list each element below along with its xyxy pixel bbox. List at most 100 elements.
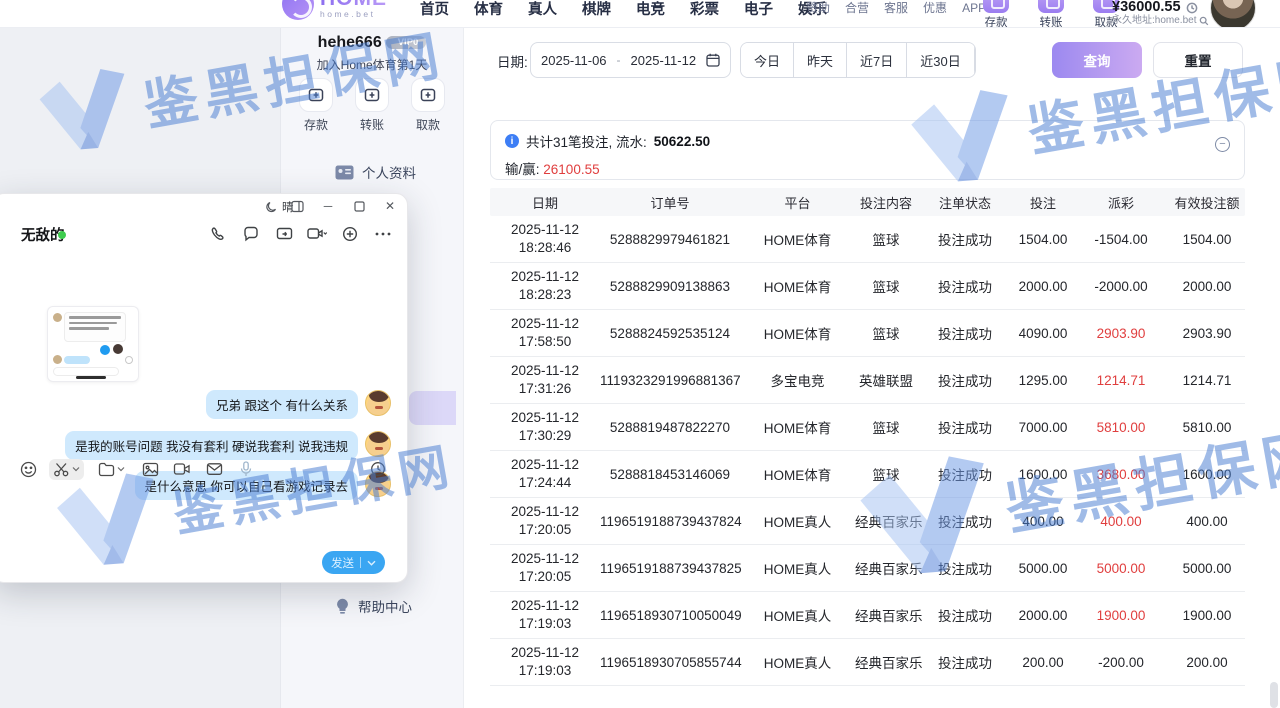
secondary-menu-item[interactable]: 优惠 bbox=[923, 0, 947, 16]
chat-messages-area: ◦◦◦ 兄弟 跟这个 有什么关系 bbox=[0, 250, 407, 456]
main-content: 日期: 2025-11-06 - 2025-11-12 今日昨天近7日近30日 … bbox=[464, 28, 1280, 708]
chat-window: 晴 ─ ✕ 无敌的 ◦◦◦ bbox=[0, 193, 408, 583]
sidebar-quick-action[interactable]: 存款 bbox=[294, 78, 338, 133]
sidebar-selected-item[interactable] bbox=[409, 391, 456, 425]
main-menu-item[interactable]: 真人 bbox=[528, 0, 557, 20]
cell-status: 投注成功 bbox=[917, 323, 1013, 343]
date-range-input[interactable]: 2025-11-06 - 2025-11-12 bbox=[530, 42, 731, 78]
screenshot-scissors-icon[interactable] bbox=[49, 459, 84, 480]
main-menu-item[interactable]: 体育 bbox=[474, 0, 503, 20]
table-row: 2025-11-1218:28:23 5288829909138863 HOME… bbox=[490, 263, 1245, 310]
cell-payout: 3680.00 bbox=[1073, 467, 1169, 482]
site-logo[interactable]: HOME home.bet bbox=[282, 0, 387, 20]
cell-bet-amount: 400.00 bbox=[1013, 514, 1073, 529]
quick-range-group: 今日昨天近7日近30日 bbox=[740, 42, 976, 78]
cell-order-number: 5288818453146069 bbox=[600, 467, 740, 482]
vip-badge: VIP0 bbox=[386, 36, 427, 49]
cell-platform: HOME真人 bbox=[740, 605, 855, 625]
folder-icon[interactable] bbox=[94, 460, 129, 479]
table-header: 日期订单号平台投注内容注单状态投注派彩有效投注额 bbox=[490, 188, 1245, 216]
chat-message: 兄弟 跟这个 有什么关系 bbox=[206, 390, 391, 419]
quick-action-icon bbox=[411, 78, 445, 112]
screen-share-icon[interactable] bbox=[274, 224, 294, 244]
main-menu-item[interactable]: 首页 bbox=[420, 0, 449, 20]
quick-range-button[interactable]: 昨天 bbox=[794, 43, 847, 77]
cell-platform: 多宝电竞 bbox=[740, 370, 855, 390]
sidebar-quick-action[interactable]: 转账 bbox=[350, 78, 394, 133]
table-row: 2025-11-1217:24:44 5288818453146069 HOME… bbox=[490, 451, 1245, 498]
main-menu-item[interactable]: 电子 bbox=[744, 0, 773, 20]
cell-payout: 1900.00 bbox=[1073, 608, 1169, 623]
user-avatar[interactable] bbox=[1210, 0, 1256, 28]
image-icon[interactable] bbox=[139, 458, 161, 480]
cell-status: 投注成功 bbox=[917, 417, 1013, 437]
sender-avatar[interactable] bbox=[365, 390, 391, 416]
query-button[interactable]: 查询 bbox=[1052, 42, 1142, 78]
sender-avatar[interactable] bbox=[365, 431, 391, 457]
cell-status: 投注成功 bbox=[917, 229, 1013, 249]
online-status-dot bbox=[58, 231, 66, 239]
cell-bet-content: 英雄联盟 bbox=[855, 370, 917, 390]
embedded-screenshot-thumbnail[interactable] bbox=[47, 306, 139, 382]
more-options-icon[interactable] bbox=[373, 224, 393, 244]
cell-order-number: 1196519188739437825 bbox=[600, 561, 740, 576]
sidebar-item-profile[interactable]: 个人资料 bbox=[335, 162, 416, 182]
cell-bet-content: 经典百家乐 bbox=[855, 652, 917, 672]
cell-bet-content: 篮球 bbox=[855, 276, 917, 296]
quick-range-button[interactable]: 近30日 bbox=[907, 43, 974, 77]
cell-payout: 5810.00 bbox=[1073, 420, 1169, 435]
thumbnail-blue-avatar bbox=[100, 345, 110, 355]
quick-range-button[interactable]: 今日 bbox=[741, 43, 794, 77]
main-menu-item[interactable]: 电竞 bbox=[636, 0, 665, 20]
cell-valid-amount: 400.00 bbox=[1169, 514, 1245, 529]
date-from-value: 2025-11-06 bbox=[541, 53, 607, 68]
video-message-icon[interactable] bbox=[171, 458, 193, 480]
main-menu-item[interactable]: 棋牌 bbox=[582, 0, 611, 20]
collapse-icon[interactable]: − bbox=[1215, 137, 1230, 152]
main-menu-item[interactable]: 彩票 bbox=[690, 0, 719, 20]
voice-call-icon[interactable] bbox=[208, 224, 228, 244]
top-navbar: HOME home.bet 首页体育真人棋牌电竞彩票电子娱乐 赞助合营客服优惠A… bbox=[0, 0, 1280, 28]
secondary-menu-item[interactable]: 客服 bbox=[884, 0, 908, 16]
layout-panel-icon[interactable] bbox=[288, 197, 306, 215]
table-row: 2025-11-1217:30:29 5288819487822270 HOME… bbox=[490, 404, 1245, 451]
thumbnail-input-bar bbox=[53, 367, 119, 376]
refresh-balance-icon[interactable] bbox=[1186, 2, 1198, 14]
reset-button[interactable]: 重置 bbox=[1153, 42, 1243, 78]
video-call-icon[interactable] bbox=[307, 224, 327, 244]
logo-subtitle: home.bet bbox=[320, 9, 387, 19]
sidebar-quick-action[interactable]: 取款 bbox=[406, 78, 450, 133]
scrollbar-fragment[interactable] bbox=[1270, 682, 1278, 708]
chat-bubble-icon[interactable] bbox=[241, 224, 261, 244]
table-body: 2025-11-1218:28:46 5288829979461821 HOME… bbox=[490, 216, 1245, 686]
cell-date: 2025-11-1217:19:03 bbox=[490, 597, 600, 633]
microphone-icon[interactable] bbox=[235, 458, 257, 480]
quick-range-button[interactable]: 近7日 bbox=[847, 43, 907, 77]
date-separator: - bbox=[617, 53, 621, 67]
secondary-menu-item[interactable]: 合营 bbox=[845, 0, 869, 16]
secondary-menu-item[interactable]: 赞助 bbox=[806, 0, 830, 16]
cell-date: 2025-11-1218:28:46 bbox=[490, 221, 600, 257]
wallet-action-button[interactable]: 存款 bbox=[976, 0, 1016, 28]
add-plus-icon[interactable] bbox=[340, 224, 360, 244]
summary-stats-text: 共计31笔投注, 流水: bbox=[526, 131, 647, 151]
cell-platform: HOME体育 bbox=[740, 276, 855, 296]
main-menu: 首页体育真人棋牌电竞彩票电子娱乐 bbox=[420, 0, 827, 28]
close-icon[interactable]: ✕ bbox=[381, 197, 399, 215]
cell-payout: -2000.00 bbox=[1073, 279, 1169, 294]
message-history-icon[interactable] bbox=[367, 458, 389, 480]
sidebar-item-help-center[interactable]: 帮助中心 bbox=[335, 596, 412, 616]
maximize-icon[interactable] bbox=[350, 197, 368, 215]
wallet-action-button[interactable]: 转账 bbox=[1031, 0, 1071, 28]
emoji-icon[interactable] bbox=[17, 458, 39, 480]
minimize-icon[interactable]: ─ bbox=[319, 197, 337, 215]
table-header-cell: 注单状态 bbox=[917, 193, 1013, 212]
sidebar-username: hehe666 bbox=[318, 34, 382, 51]
cell-bet-content: 经典百家乐 bbox=[855, 511, 917, 531]
id-card-icon bbox=[335, 165, 354, 180]
date-to-value: 2025-11-12 bbox=[631, 53, 697, 68]
search-icon[interactable] bbox=[1199, 16, 1209, 26]
cell-date: 2025-11-1217:31:26 bbox=[490, 362, 600, 398]
send-button[interactable]: 发送 bbox=[322, 551, 385, 574]
envelope-icon[interactable] bbox=[203, 458, 225, 480]
